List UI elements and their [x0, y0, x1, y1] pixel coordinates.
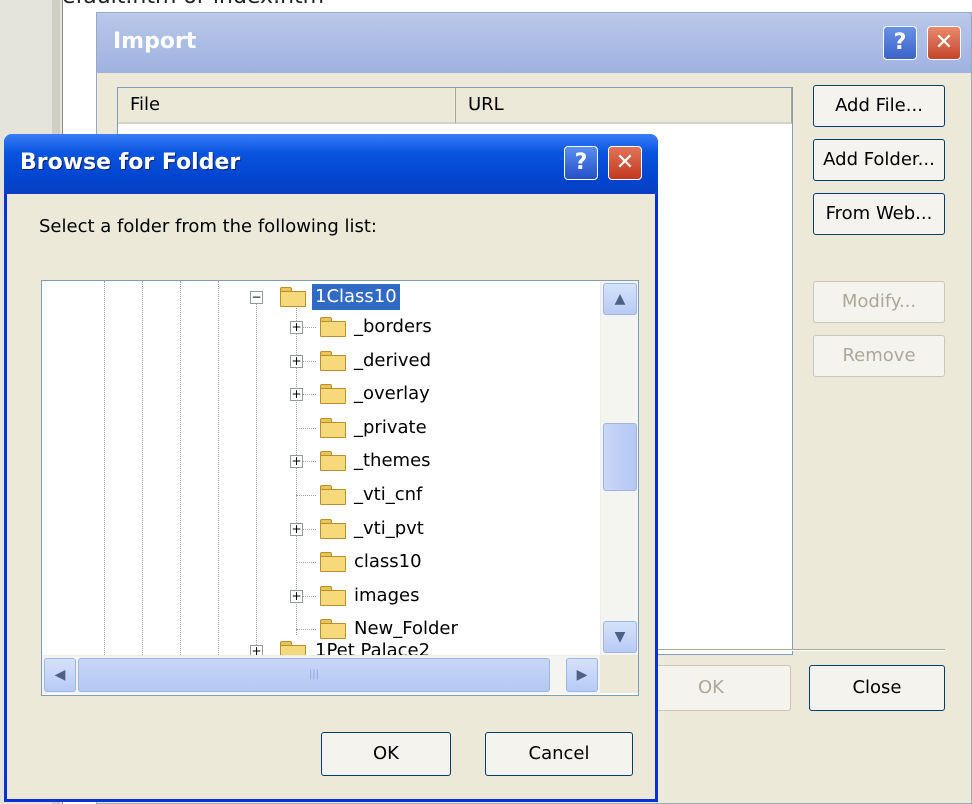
expand-plus-icon[interactable]: +	[290, 455, 303, 469]
close-button[interactable]: Close	[809, 665, 945, 711]
tree-item-label: _borders	[354, 316, 432, 337]
expand-plus-icon[interactable]: +	[290, 321, 303, 334]
horizontal-scrollbar[interactable]: ◀ ||| ▶	[42, 655, 600, 694]
tree-item-label: images	[354, 584, 420, 606]
add-folder-button[interactable]: Add Folder...	[813, 139, 945, 181]
scroll-right-arrow-icon[interactable]: ▶	[566, 658, 598, 692]
help-icon[interactable]: ?	[883, 26, 917, 60]
tree-item[interactable]: + _themes	[42, 445, 600, 477]
folder-icon	[320, 485, 346, 505]
browse-prompt: Select a folder from the following list:	[39, 216, 377, 237]
tree-item[interactable]: + _vti_pvt	[42, 513, 600, 545]
vertical-scroll-thumb[interactable]	[603, 423, 637, 491]
tree-item-label: _overlay	[354, 383, 430, 405]
tree-item[interactable]: + _derived	[42, 345, 600, 377]
import-title: Import	[113, 29, 197, 54]
collapse-minus-icon[interactable]: −	[250, 291, 263, 304]
tree-item[interactable]: + _overlay	[42, 378, 600, 410]
ok-button[interactable]: OK	[321, 732, 451, 776]
expand-plus-icon[interactable]: +	[290, 354, 303, 368]
tree-item-label: _derived	[354, 349, 432, 371]
folder-icon	[320, 350, 346, 371]
horizontal-scroll-thumb[interactable]: |||	[78, 658, 550, 692]
remove-button[interactable]: Remove	[813, 335, 945, 377]
tree-item-label: 1Class10	[312, 284, 400, 310]
folder-icon	[320, 585, 346, 606]
tree-branch-line	[296, 629, 316, 631]
from-web-button[interactable]: From Web...	[813, 193, 945, 235]
tree-item[interactable]: + _borders	[42, 311, 600, 343]
tree-item-selected[interactable]: − 1Class10	[42, 281, 600, 313]
background-partial-text: default.htm or index.htm	[48, 0, 324, 9]
tree-branch-line	[296, 495, 316, 496]
tree-item[interactable]: + images	[42, 580, 600, 612]
folder-tree[interactable]: − 1Class10 + _borders + _derived + _overlay _p…	[41, 280, 639, 696]
browse-title: Browse for Folder	[20, 150, 241, 175]
folder-icon	[280, 287, 306, 307]
expand-plus-icon[interactable]: +	[290, 522, 303, 536]
vertical-scrollbar[interactable]: ▲ ▼	[600, 281, 638, 655]
folder-icon	[320, 417, 346, 438]
expand-plus-icon[interactable]: +	[290, 589, 303, 603]
folder-icon	[320, 317, 346, 337]
tree-item-label: _themes	[354, 450, 431, 472]
help-icon[interactable]: ?	[564, 146, 598, 180]
browse-title-bar[interactable]: Browse for Folder ? ✕	[4, 134, 658, 194]
tree-item-label: _private	[354, 416, 427, 438]
tree-branch-line	[296, 562, 316, 564]
column-header-file[interactable]: File	[118, 88, 456, 124]
column-header-url[interactable]: URL	[456, 88, 792, 124]
scroll-left-arrow-icon[interactable]: ◀	[44, 658, 76, 692]
add-file-button[interactable]: Add File...	[813, 85, 945, 127]
tree-item[interactable]: _vti_cnf	[42, 479, 600, 511]
tree-item[interactable]: class10	[42, 546, 600, 578]
expand-plus-icon[interactable]: +	[290, 388, 303, 402]
scrollbar-corner	[600, 655, 638, 693]
tree-item-label: class10	[354, 551, 422, 573]
close-icon[interactable]: ✕	[608, 146, 642, 180]
tree-item-label: _vti_cnf	[354, 484, 423, 505]
tree-item[interactable]: _private	[42, 412, 600, 444]
folder-icon	[320, 451, 346, 472]
close-icon[interactable]: ✕	[927, 26, 961, 60]
folder-icon	[320, 518, 346, 539]
folder-icon	[320, 384, 346, 405]
scroll-up-arrow-icon[interactable]: ▲	[603, 283, 637, 315]
browse-for-folder-dialog: Browse for Folder ? ✕ Select a folder fr…	[4, 134, 658, 802]
modify-button[interactable]: Modify...	[813, 281, 945, 323]
scroll-down-arrow-icon[interactable]: ▼	[603, 621, 637, 653]
tree-branch-line	[296, 427, 316, 429]
tree-item-label: _vti_pvt	[354, 517, 424, 539]
folder-icon	[320, 552, 346, 573]
import-title-bar[interactable]: Import ? ✕	[97, 13, 971, 73]
cancel-button[interactable]: Cancel	[485, 732, 633, 776]
